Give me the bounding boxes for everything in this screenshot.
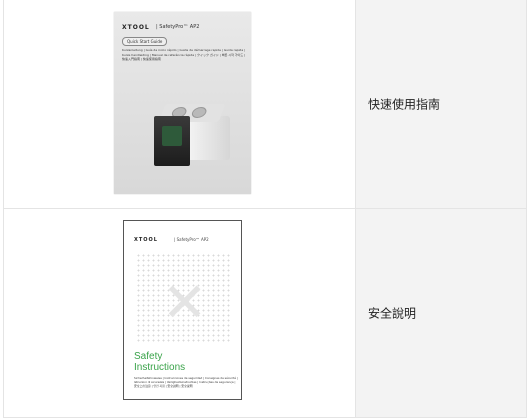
x-watermark-icon: ✕ [162, 271, 208, 334]
product-name: | SafetyPro™ AP2 [156, 24, 200, 30]
safety-instructions-cover-image[interactable]: XTOOL | SafetyPro™ AP2 ✕ Safety Instruct… [123, 220, 242, 400]
device-illustration-side [190, 116, 230, 160]
table-row: XTOOL | SafetyPro™ AP2 Quick Start Guide… [4, 0, 526, 209]
document-label: 快速使用指南 [368, 97, 441, 112]
device-illustration-front [154, 116, 190, 166]
image-cell: XTOOL | SafetyPro™ AP2 Quick Start Guide… [4, 0, 356, 208]
product-name: | SafetyPro™ AP2 [174, 237, 209, 242]
image-cell: XTOOL | SafetyPro™ AP2 ✕ Safety Instruct… [4, 209, 356, 417]
table-row: XTOOL | SafetyPro™ AP2 ✕ Safety Instruct… [4, 209, 526, 417]
document-table: XTOOL | SafetyPro™ AP2 Quick Start Guide… [3, 0, 527, 418]
languages-text: Kurzanleitung | Guía de inicio rápido | … [122, 48, 246, 61]
label-cell: 安全說明 [356, 209, 526, 417]
safety-title: Safety Instructions [134, 351, 186, 373]
label-cell: 快速使用指南 [356, 0, 526, 208]
device-screen [162, 126, 182, 146]
quick-start-guide-cover-image[interactable]: XTOOL | SafetyPro™ AP2 Quick Start Guide… [114, 12, 251, 194]
guide-pill: Quick Start Guide [122, 37, 168, 46]
document-label: 安全說明 [368, 306, 417, 321]
xtool-logo: XTOOL [122, 24, 150, 31]
xtool-logo: XTOOL [134, 237, 158, 243]
languages-text: Sicherheitshinweise | Instrucciones de s… [134, 376, 238, 388]
